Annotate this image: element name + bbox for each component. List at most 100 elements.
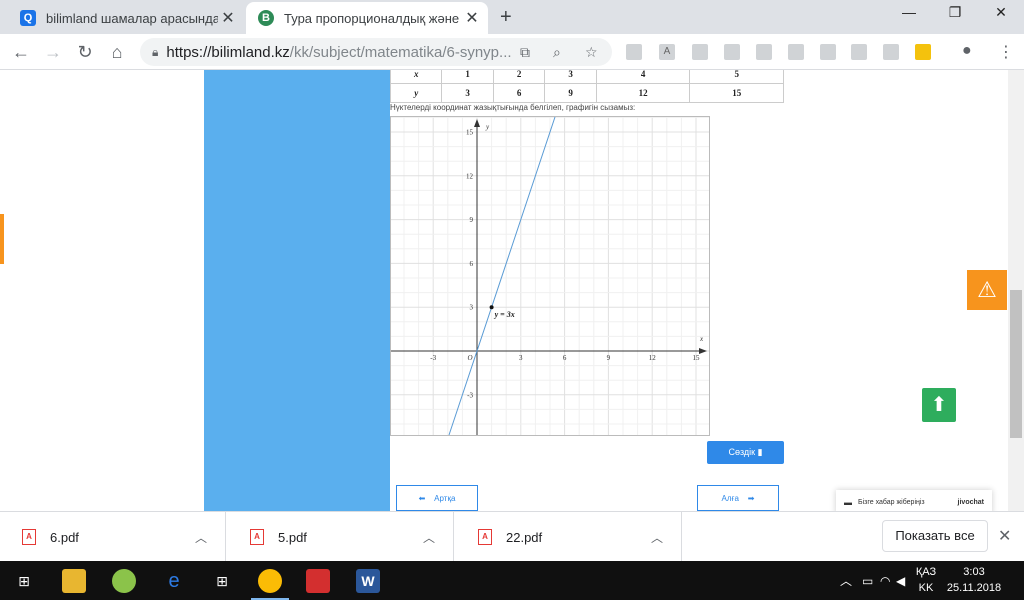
tab-title: Тура пропорционалдық және о (284, 10, 462, 26)
table-cell: 9 (544, 83, 597, 103)
scrollbar-thumb[interactable] (1010, 290, 1022, 438)
x-tick-label: 9 (607, 354, 611, 362)
tab-strip: Q bilimland шамалар арасындағы ✕ B Тура … (0, 0, 1024, 34)
table-row: y 3 6 9 12 15 (389, 83, 784, 103)
chat-prompt: Бізге хабар жіберіңіз (858, 498, 925, 506)
url-host: https://bilimland.kz (166, 43, 290, 61)
y-tick-label: 15 (466, 129, 474, 137)
extension-icon[interactable] (851, 44, 867, 60)
x-tick-label: -3 (430, 354, 436, 362)
file-explorer-icon[interactable] (62, 569, 86, 593)
language-indicator[interactable]: ҚАЗ KK (912, 564, 940, 596)
arrow-right-icon: ➡ (747, 494, 755, 503)
report-error-button[interactable]: ⚠ (967, 270, 1007, 310)
windows-taskbar: ⊞ e ⊞ W ︿ ▭ ◠ ◀ ҚАЗ KK 3:03 25.11.2018 (0, 561, 1024, 600)
warning-icon: ⚠ (977, 277, 997, 302)
clock-date: 25.11.2018 (946, 582, 1002, 594)
y-axis-label: y (485, 123, 490, 131)
extension-icon[interactable] (820, 44, 836, 60)
url-path: /kk/subject/matematika/6-synyp... (289, 43, 512, 61)
chat-widget[interactable]: ▬ Бізге хабар жіберіңіз jivochat (836, 490, 992, 511)
y-tick-label: 9 (470, 216, 474, 224)
system-clock[interactable]: 3:03 25.11.2018 (944, 564, 1004, 596)
extension-icon[interactable] (883, 44, 899, 60)
edge-icon[interactable]: e (162, 569, 186, 593)
y-tick-label: -3 (467, 391, 473, 399)
y-tick-label: 12 (466, 172, 474, 180)
x-axis-arrow (699, 348, 707, 354)
extension-icon[interactable] (724, 44, 740, 60)
search-favicon-icon: Q (20, 10, 36, 26)
clock-time: 3:03 (963, 566, 985, 578)
extension-icon[interactable] (915, 44, 931, 60)
extension-icon[interactable] (692, 44, 708, 60)
minimize-icon[interactable]: — (886, 4, 932, 20)
restore-icon[interactable]: ❐ (932, 4, 978, 21)
new-tab-icon[interactable]: + (500, 6, 512, 29)
graph-line (448, 116, 556, 436)
extension-icon[interactable] (626, 44, 642, 60)
pdf-icon: A (250, 529, 264, 545)
scroll-top-button[interactable]: ⬆ (922, 388, 956, 422)
prev-button[interactable]: ⬅ Артқа (396, 485, 478, 511)
bilimland-favicon-icon: B (258, 10, 274, 26)
network-icon[interactable]: ▭ (862, 561, 873, 600)
zoom-icon[interactable]: ⌕ (553, 44, 561, 61)
tray-chevron-icon[interactable]: ︿ (840, 561, 852, 600)
origin-label: O (467, 354, 472, 362)
acrobat-icon[interactable] (306, 569, 330, 593)
wifi-icon[interactable]: ◠ (880, 561, 890, 600)
close-tab-icon[interactable]: ✕ (218, 8, 238, 28)
close-window-icon[interactable]: ✕ (978, 4, 1024, 21)
data-point (489, 305, 494, 310)
extension-icon[interactable]: A (659, 44, 675, 60)
y-tick-label: 6 (470, 260, 474, 268)
book-icon: ▮ (757, 447, 763, 457)
tab-bilimland-search[interactable]: Q bilimland шамалар арасындағы ✕ (8, 2, 244, 34)
y-tick-label: 3 (470, 304, 474, 312)
dictionary-button[interactable]: Сөздік ▮ (707, 441, 784, 464)
profile-icon[interactable]: ● (962, 42, 972, 60)
chrome-icon[interactable] (258, 569, 282, 593)
word-icon[interactable]: W (356, 569, 380, 593)
app-icon[interactable] (112, 569, 136, 593)
page-content: x 1 2 3 4 5 y 3 6 9 12 15 Нүктелерді коо… (0, 70, 1024, 511)
show-all-downloads-button[interactable]: Показать все (882, 520, 988, 552)
graph-svg: -3 3 6 9 12 151512963-3Oxyy = 3x (391, 116, 709, 436)
chevron-up-icon[interactable]: ︿ (195, 529, 207, 546)
download-item[interactable]: A 5.pdf ︿ (228, 512, 454, 562)
chevron-up-icon[interactable]: ︿ (651, 529, 663, 546)
tab-direct-proportion[interactable]: B Тура пропорционалдық және о ✕ (246, 2, 488, 34)
lang-top: ҚАЗ (915, 566, 937, 578)
download-name: 5.pdf (278, 529, 307, 545)
table-cell: 12 (595, 83, 691, 103)
table-cell: 3 (544, 70, 597, 84)
close-tab-icon[interactable]: ✕ (462, 8, 482, 28)
x-tick-label: 15 (693, 354, 701, 362)
forward-icon[interactable]: → (42, 41, 64, 63)
windows-start-icon[interactable]: ⊞ (12, 569, 36, 593)
table-cell: 5 (689, 70, 784, 84)
address-bar[interactable]: 🔒︎ https://bilimland.kz/kk/subject/matem… (140, 38, 612, 66)
close-downloads-icon[interactable]: ✕ (998, 526, 1011, 546)
reload-icon[interactable]: ↻ (74, 41, 96, 63)
menu-dots-icon[interactable]: ⋮ (998, 42, 1014, 62)
download-item[interactable]: A 6.pdf ︿ (0, 512, 226, 562)
volume-icon[interactable]: ◀ (896, 561, 905, 600)
download-name: 6.pdf (50, 529, 79, 545)
download-name: 22.pdf (506, 529, 543, 545)
translate-icon[interactable]: ⧉ (520, 44, 530, 61)
chevron-up-icon[interactable]: ︿ (423, 529, 435, 546)
extension-icon[interactable] (788, 44, 804, 60)
next-button[interactable]: Алға ➡ (697, 485, 779, 511)
extension-icon[interactable] (756, 44, 772, 60)
bookmark-star-icon[interactable]: ☆ (585, 44, 598, 61)
chat-brand: jivochat (957, 498, 984, 506)
home-icon[interactable]: ⌂ (106, 41, 128, 63)
back-icon[interactable]: ← (10, 41, 32, 63)
next-label: Алға (721, 494, 739, 503)
download-item[interactable]: A 22.pdf ︿ (456, 512, 682, 562)
table-cell: 6 (492, 83, 546, 103)
store-icon[interactable]: ⊞ (210, 569, 234, 593)
left-blue-panel (204, 70, 390, 511)
